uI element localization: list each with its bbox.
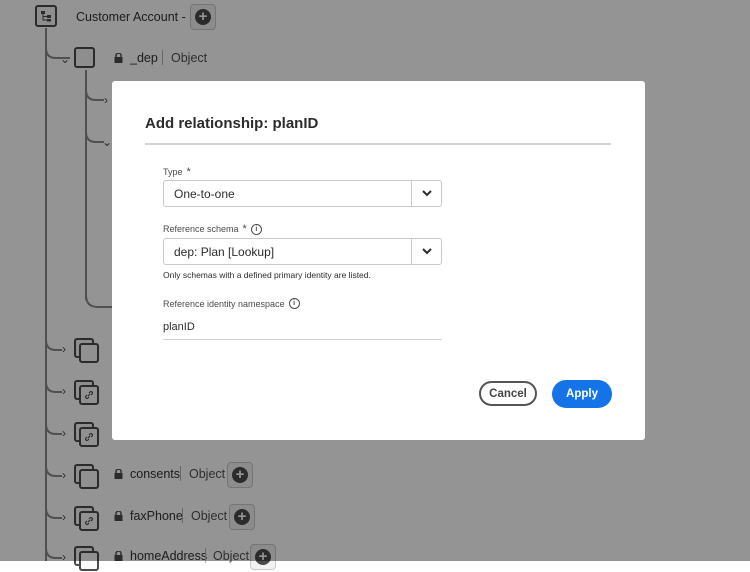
info-icon[interactable]: i xyxy=(250,223,262,235)
namespace-underline xyxy=(163,339,442,340)
reference-schema-help-text: Only schemas with a defined primary iden… xyxy=(163,270,371,280)
required-icon: * xyxy=(242,223,247,235)
required-icon: * xyxy=(186,166,191,178)
reference-schema-label: Reference schema * i xyxy=(163,223,262,235)
reference-schema-label-text: Reference schema xyxy=(163,224,239,234)
type-picker[interactable]: One-to-one xyxy=(163,180,442,207)
add-relationship-dialog: Add relationship: planID Type * One-to-o… xyxy=(112,81,645,440)
cancel-button[interactable]: Cancel xyxy=(479,381,537,406)
namespace-label-text: Reference identity namespace xyxy=(163,298,285,309)
info-icon[interactable]: i xyxy=(288,298,300,309)
type-label: Type * xyxy=(163,166,191,178)
namespace-label: Reference identity namespace i xyxy=(163,298,300,309)
dialog-divider xyxy=(145,143,611,145)
type-picker-value: One-to-one xyxy=(174,187,235,201)
namespace-value: planID xyxy=(163,321,195,333)
type-picker-toggle[interactable] xyxy=(411,181,441,206)
apply-button[interactable]: Apply xyxy=(552,380,612,408)
dialog-title: Add relationship: planID xyxy=(145,115,319,132)
chevron-down-icon xyxy=(421,190,432,197)
chevron-down-icon xyxy=(421,248,432,255)
reference-schema-value: dep: Plan [Lookup] xyxy=(174,245,275,259)
reference-schema-toggle[interactable] xyxy=(411,239,441,264)
reference-schema-picker[interactable]: dep: Plan [Lookup] xyxy=(163,238,442,265)
type-label-text: Type xyxy=(163,167,183,177)
